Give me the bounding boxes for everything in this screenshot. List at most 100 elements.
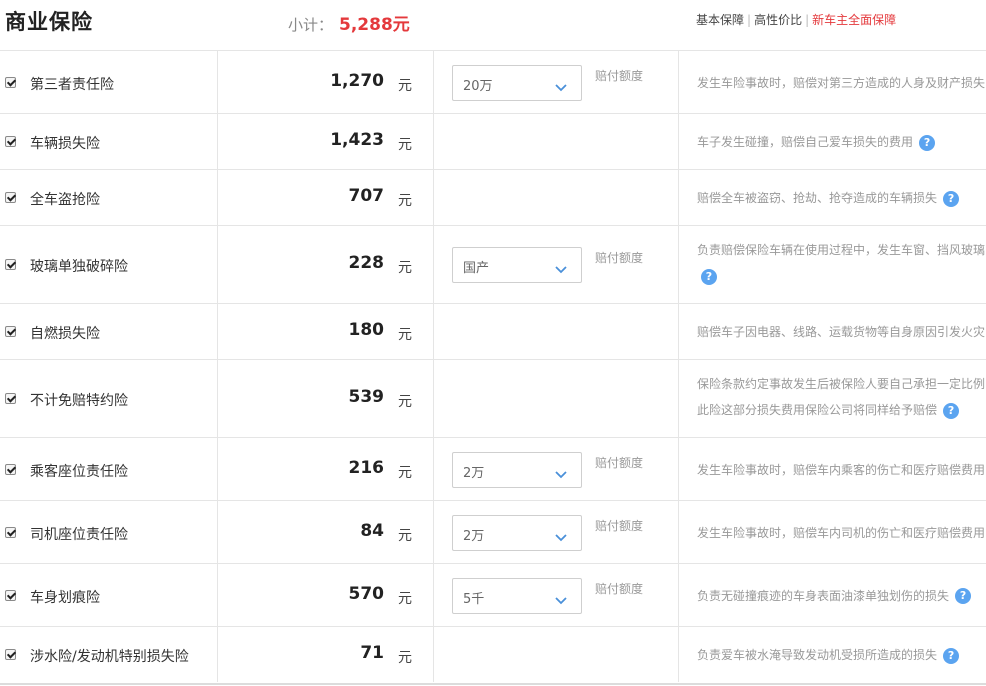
column-divider	[433, 627, 434, 682]
coverage-amount-label: 赔付额度	[595, 455, 644, 470]
row-checkbox[interactable]	[5, 649, 16, 660]
column-divider	[433, 51, 434, 113]
column-divider	[217, 170, 218, 225]
help-icon[interactable]: ?	[955, 588, 972, 604]
price-unit: 元	[398, 193, 412, 209]
description-line: 负责赔偿保险车辆在使用过程中，发生车窗、挡风玻璃	[697, 237, 986, 263]
chevron-down-icon	[555, 527, 567, 541]
description-line: 赔偿全车被盗窃、抢劫、抢夺造成的车辆损失?	[697, 185, 986, 211]
insurance-name: 不计免赔特约险	[30, 393, 128, 409]
coverage-select-value: 国产	[463, 261, 490, 276]
help-icon[interactable]: ?	[943, 190, 960, 207]
insurance-description: 车子发生碰撞，赔偿自己爱车损失的费用?	[697, 129, 986, 155]
help-icon[interactable]: ?	[943, 402, 960, 419]
plan-full-coverage[interactable]: 新车主全面保障	[812, 13, 896, 27]
coverage-select[interactable]: 20万	[452, 64, 582, 101]
column-divider	[678, 360, 679, 437]
description-line: 赔偿车子因电器、线路、运载货物等自身原因引发火灾	[697, 319, 986, 345]
subtotal: 小计： 5,288元	[288, 10, 410, 35]
row-checkbox[interactable]	[5, 136, 16, 147]
description-line: 发生车险事故时，赔偿车内司机的伤亡和医疗赔偿费用	[697, 520, 986, 546]
column-divider	[217, 226, 218, 303]
column-divider	[678, 627, 679, 682]
insurance-description: 保险条款约定事故发生后被保险人要自己承担一定比例此险这部分损失费用保险公司将同样…	[697, 371, 986, 423]
plan-basic[interactable]: 基本保障	[696, 13, 744, 27]
description-line: 负责无碰撞痕迹的车身表面油漆单独划伤的损失?	[697, 583, 986, 609]
coverage-amount-label: 赔付额度	[595, 251, 644, 265]
plan-separator: |	[805, 13, 810, 27]
insurance-price: 570	[348, 583, 385, 604]
row-checkbox[interactable]	[5, 589, 16, 601]
insurance-description: 负责无碰撞痕迹的车身表面油漆单独划伤的损失?	[697, 583, 986, 609]
insurance-description: 发生车险事故时，赔偿对第三方造成的人身及财产损失	[697, 70, 986, 96]
description-line: 此险这部分损失费用保险公司将同样给予赔偿?	[697, 397, 986, 423]
description-text: 负责爱车被水淹导致发动机受损所造成的损失	[697, 648, 938, 662]
description-line: 发生车险事故时，赔偿车内乘客的伤亡和医疗赔偿费用	[697, 457, 986, 483]
row-checkbox[interactable]	[5, 326, 16, 337]
description-text: 发生车险事故时，赔偿车内乘客的伤亡和医疗赔偿费用	[697, 462, 986, 477]
row-checkbox[interactable]	[5, 192, 16, 203]
description-line: 负责爱车被水淹导致发动机受损所造成的损失?	[697, 642, 986, 668]
insurance-name: 玻璃单独破碎险	[30, 259, 128, 275]
description-text: 发生车险事故时，赔偿车内司机的伤亡和医疗赔偿费用	[697, 525, 986, 540]
coverage-select-value: 2万	[463, 465, 485, 481]
insurance-description: 发生车险事故时，赔偿车内乘客的伤亡和医疗赔偿费用	[697, 457, 986, 483]
coverage-select[interactable]: 国产	[452, 247, 582, 283]
column-divider	[433, 438, 434, 500]
column-divider	[433, 360, 434, 437]
column-divider	[678, 170, 679, 225]
help-icon[interactable]: ?	[701, 268, 717, 285]
column-divider	[678, 501, 679, 563]
description-text: 保险条款约定事故发生后被保险人要自己承担一定比例	[697, 377, 986, 391]
insurance-description: 发生车险事故时，赔偿车内司机的伤亡和医疗赔偿费用	[697, 520, 986, 546]
column-divider	[678, 438, 679, 500]
coverage-amount-label: 赔付额度	[595, 518, 644, 533]
plan-tabs: 基本保障 | 高性价比 | 新车主全面保障	[696, 11, 896, 28]
column-divider	[217, 564, 218, 626]
row-checkbox[interactable]	[5, 259, 16, 270]
row-checkbox[interactable]	[5, 76, 16, 88]
coverage-select[interactable]: 5千	[452, 577, 582, 614]
insurance-description: 负责赔偿保险车辆在使用过程中，发生车窗、挡风玻璃?	[697, 237, 986, 289]
table-row: 乘客座位责任险 216 元 2万 赔付额度 发生车险事故时，赔偿车内乘客的伤亡和医疗赔偿费…	[0, 437, 986, 500]
row-checkbox[interactable]	[5, 463, 16, 475]
coverage-amount-label: 赔付额度	[595, 581, 644, 596]
description-text: 赔偿全车被盗窃、抢劫、抢夺造成的车辆损失	[697, 191, 938, 205]
chevron-down-icon	[555, 590, 567, 604]
insurance-price: 539	[348, 387, 385, 407]
column-divider	[433, 304, 434, 359]
insurance-description: 赔偿全车被盗窃、抢劫、抢夺造成的车辆损失?	[697, 185, 986, 211]
insurance-name: 车身划痕险	[30, 589, 100, 606]
coverage-select[interactable]: 2万	[452, 451, 582, 488]
column-divider	[217, 360, 218, 437]
coverage-select-value: 2万	[463, 528, 485, 544]
help-icon[interactable]: ?	[919, 134, 936, 151]
column-divider	[433, 501, 434, 563]
price-unit: 元	[398, 137, 412, 153]
row-checkbox[interactable]	[5, 526, 16, 538]
plan-value[interactable]: 高性价比	[754, 13, 802, 27]
column-divider	[217, 51, 218, 113]
row-checkbox[interactable]	[5, 393, 16, 404]
insurance-name: 车辆损失险	[30, 136, 100, 152]
column-divider	[217, 438, 218, 500]
header: 商业保险 小计： 5,288元 基本保障 | 高性价比 | 新车主全面保障	[0, 0, 986, 50]
price-unit: 元	[398, 590, 412, 607]
coverage-amount-label: 赔付额度	[595, 68, 644, 83]
insurance-name: 司机座位责任险	[30, 526, 128, 543]
description-line: 车子发生碰撞，赔偿自己爱车损失的费用?	[697, 129, 986, 155]
coverage-select[interactable]: 2万	[452, 514, 582, 551]
description-line: 保险条款约定事故发生后被保险人要自己承担一定比例	[697, 371, 986, 397]
table-row: 全车盗抢险 707 元 赔偿全车被盗窃、抢劫、抢夺造成的车辆损失?	[0, 169, 986, 225]
column-divider	[433, 226, 434, 303]
subtotal-value: 5,288元	[339, 15, 410, 35]
help-icon[interactable]: ?	[943, 647, 960, 664]
subtotal-label: 小计：	[288, 16, 334, 34]
price-unit: 元	[398, 527, 412, 544]
table-row: 第三者责任险 1,270 元 20万 赔付额度 发生车险事故时，赔偿对第三方造成的人身及财…	[0, 50, 986, 113]
price-unit: 元	[398, 77, 412, 94]
description-text: 发生车险事故时，赔偿对第三方造成的人身及财产损失	[697, 75, 986, 90]
insurance-name: 自燃损失险	[30, 326, 100, 342]
table-row: 涉水险/发动机特别损失险 71 元 负责爱车被水淹导致发动机受损所造成的损失?	[0, 626, 986, 682]
column-divider	[433, 170, 434, 225]
